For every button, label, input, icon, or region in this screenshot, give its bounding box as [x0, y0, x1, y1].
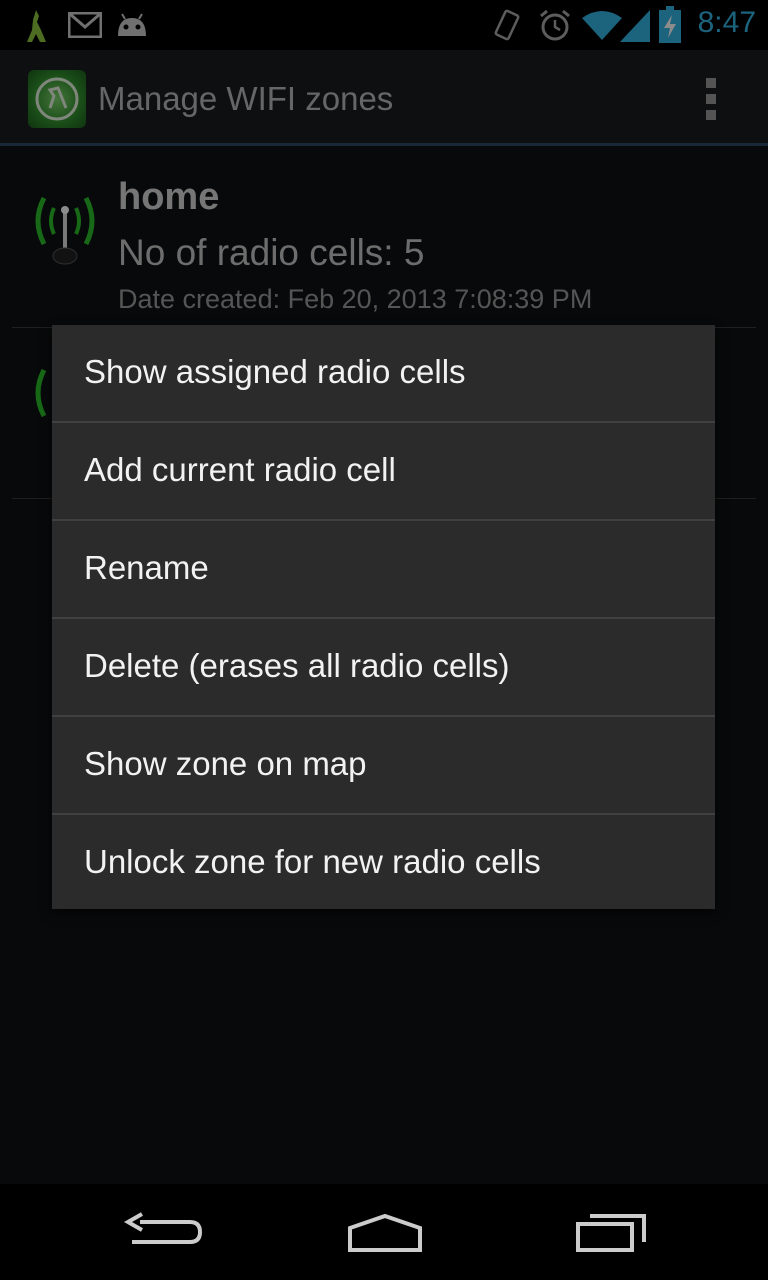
back-icon[interactable]	[106, 1202, 216, 1262]
context-menu: Show assigned radio cells Add current ra…	[52, 325, 715, 909]
navigation-bar	[0, 1184, 768, 1280]
menu-item-label: Show zone on map	[84, 745, 367, 782]
menu-item-show-assigned-cells[interactable]: Show assigned radio cells	[52, 325, 715, 421]
menu-item-label: Delete (erases all radio cells)	[84, 647, 510, 684]
menu-item-show-on-map[interactable]: Show zone on map	[52, 717, 715, 813]
menu-item-unlock-zone[interactable]: Unlock zone for new radio cells	[52, 815, 715, 911]
menu-item-rename[interactable]: Rename	[52, 521, 715, 617]
home-icon[interactable]	[330, 1202, 440, 1262]
menu-item-label: Rename	[84, 549, 209, 586]
menu-item-add-current-cell[interactable]: Add current radio cell	[52, 423, 715, 519]
recent-apps-icon[interactable]	[556, 1202, 666, 1262]
menu-item-label: Show assigned radio cells	[84, 353, 466, 390]
menu-item-label: Add current radio cell	[84, 451, 396, 488]
menu-item-delete[interactable]: Delete (erases all radio cells)	[52, 619, 715, 715]
menu-item-label: Unlock zone for new radio cells	[84, 843, 541, 880]
